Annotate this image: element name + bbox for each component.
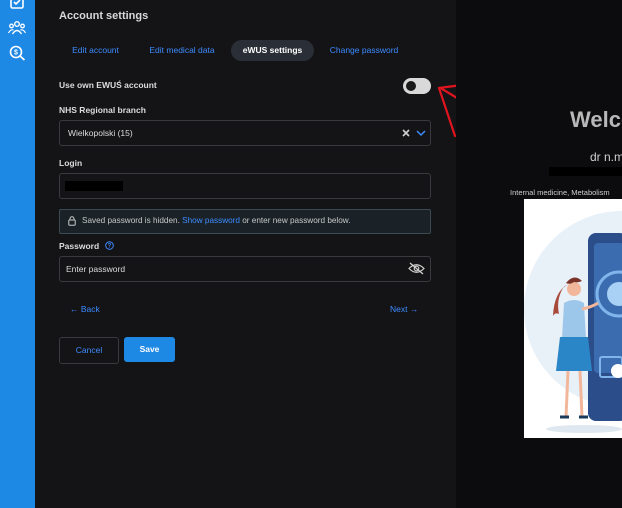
use-own-account-label: Use own EWUŚ account [59,80,157,90]
info-text: Saved password is hidden. Show password … [82,216,351,225]
tab-edit-medical-data[interactable]: Edit medical data [139,40,225,61]
lock-icon [68,216,76,226]
login-value-redacted [65,181,123,191]
users-icon[interactable] [8,20,26,36]
login-input[interactable] [59,173,431,199]
toggle-knob [406,81,416,91]
help-icon[interactable]: ? [104,241,114,250]
doctor-illustration [524,199,622,438]
doctor-name: dr n.m [590,150,622,164]
eye-slash-icon[interactable] [408,262,425,275]
tab-edit-account[interactable]: Edit account [59,40,132,61]
name-redacted [549,167,622,176]
page-title: Account settings [59,10,149,22]
use-own-account-toggle[interactable] [403,78,431,94]
money-search-icon[interactable]: $ [8,45,26,61]
password-input[interactable]: Enter password [59,256,431,282]
svg-text:?: ? [107,244,111,250]
checklist-icon[interactable] [8,0,26,10]
save-button[interactable]: Save [124,337,175,362]
nhs-branch-label: NHS Regional branch [59,105,146,115]
password-info-box: Saved password is hidden. Show password … [59,209,431,234]
password-label-row: Password ? [59,241,114,251]
welcome-heading: Welco [570,107,622,132]
settings-panel [35,0,456,508]
password-label: Password [59,241,100,251]
info-text-before: Saved password is hidden. [82,216,180,225]
next-link[interactable]: Next → [390,304,418,314]
nhs-branch-select[interactable]: Wielkopolski (15) [59,120,431,146]
password-placeholder: Enter password [66,264,126,274]
info-text-after: or enter new password below. [242,216,351,225]
show-password-link[interactable]: Show password [182,216,240,225]
login-label: Login [59,158,83,168]
tab-ewus-settings[interactable]: eWUS settings [231,40,314,61]
clear-icon[interactable] [402,129,410,137]
back-link[interactable]: ← Back [70,304,100,314]
sidebar: $ [0,0,35,508]
cancel-button[interactable]: Cancel [59,337,119,364]
chevron-down-icon[interactable] [416,129,426,137]
doctor-specialty: Internal medicine, Metabolism [510,188,610,197]
tab-change-password[interactable]: Change password [321,40,407,61]
nhs-branch-value: Wielkopolski (15) [68,128,133,138]
svg-text:$: $ [14,50,18,57]
